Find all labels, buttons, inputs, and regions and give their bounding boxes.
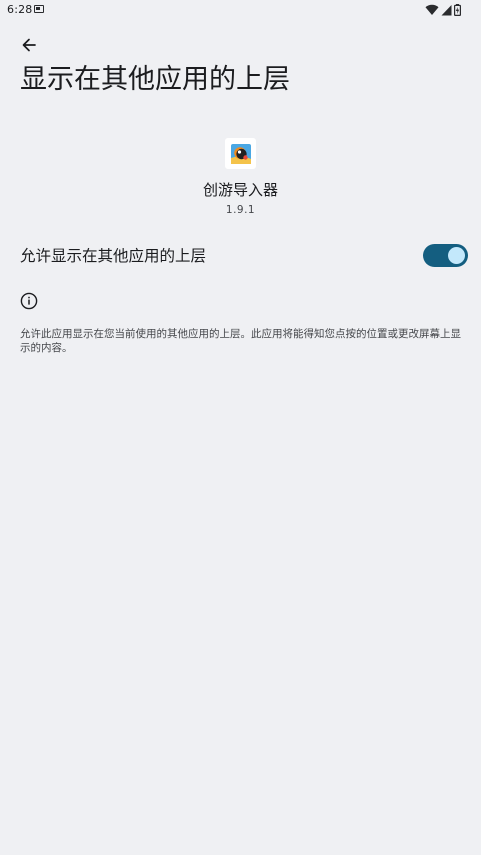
signal-icon <box>441 1 452 20</box>
permission-switch[interactable] <box>423 244 468 267</box>
page-title: 显示在其他应用的上层 <box>20 64 290 95</box>
footer-description: 允许此应用显示在您当前使用的其他应用的上层。此应用将能得知您点按的位置或更改屏幕… <box>20 328 461 354</box>
permission-toggle-row[interactable]: 允许显示在其他应用的上层 <box>0 236 481 276</box>
back-button[interactable] <box>16 34 42 58</box>
settings-screen: 6:28 显示在其他应用的上层 创游导入器 1.9.1 允许显示在其他应用的上层… <box>0 0 481 855</box>
app-header: 创游导入器 1.9.1 <box>0 138 481 219</box>
app-icon <box>225 138 256 169</box>
notification-icon <box>34 5 44 13</box>
battery-icon <box>454 1 462 20</box>
app-name: 创游导入器 <box>202 181 278 199</box>
app-version: 1.9.1 <box>225 204 256 216</box>
arrow-back-icon <box>22 37 36 56</box>
status-time: 6:28 <box>7 3 33 16</box>
status-bar: 6:28 <box>0 0 481 22</box>
info-icon <box>20 292 38 310</box>
wifi-icon <box>425 1 439 20</box>
switch-thumb <box>448 247 465 264</box>
permission-label: 允许显示在其他应用的上层 <box>20 247 207 265</box>
status-icons <box>425 1 462 20</box>
